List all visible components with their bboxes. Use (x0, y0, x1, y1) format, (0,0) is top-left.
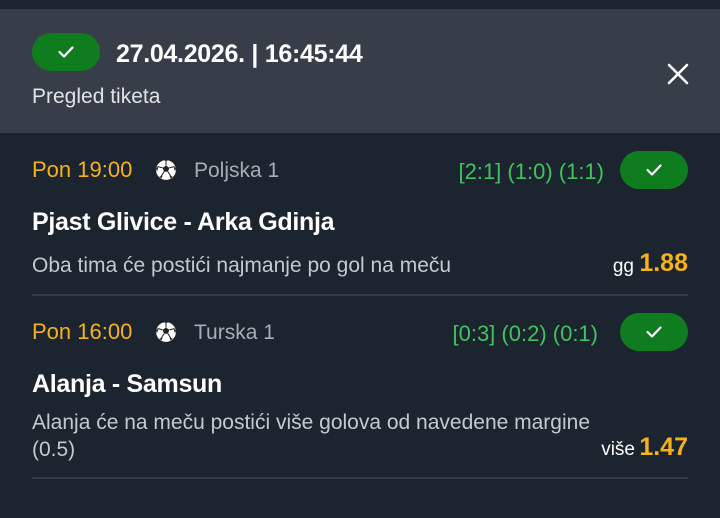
bet-odds: 1.88 (639, 249, 688, 277)
match-teams: Pjast Glivice - Arka Gdinja (32, 208, 335, 236)
bet-description: Oba tima će postići najmanje po gol na m… (32, 254, 452, 277)
check-icon (646, 326, 662, 338)
match-time: Pon 19:00 (32, 157, 133, 182)
close-button[interactable] (664, 60, 692, 88)
match-status-badge (620, 313, 688, 351)
soccer-ball-icon (154, 320, 178, 344)
check-icon (646, 164, 662, 176)
close-icon[interactable] (664, 60, 692, 88)
bet-code: više (601, 439, 635, 460)
league-name: Poljska 1 (194, 159, 280, 182)
bet-odds: 1.47 (639, 433, 688, 461)
match-score: [2:1] (1:0) (1:1) (458, 159, 604, 184)
top-strip (0, 0, 720, 9)
soccer-ball-icon (154, 158, 178, 182)
check-icon (58, 46, 74, 58)
match-status-badge (620, 151, 688, 189)
league-name: Turska 1 (194, 321, 275, 344)
bet-code: gg (612, 256, 634, 277)
match-score: [0:3] (0:2) (0:1) (452, 321, 598, 346)
divider (32, 294, 688, 296)
ticket-datetime: 27.04.2026. | 16:45:44 (116, 40, 363, 68)
match-teams: Alanja - Samsun (32, 370, 222, 398)
ticket-header: 27.04.2026. | 16:45:44 Pregled tiketa (0, 9, 720, 133)
ticket-status-badge (32, 33, 100, 71)
page-title: Pregled tiketa (32, 85, 161, 108)
divider (32, 477, 688, 479)
match-time: Pon 16:00 (32, 319, 133, 344)
bet-description: Alanja će na meču postići više golova od… (32, 411, 591, 461)
